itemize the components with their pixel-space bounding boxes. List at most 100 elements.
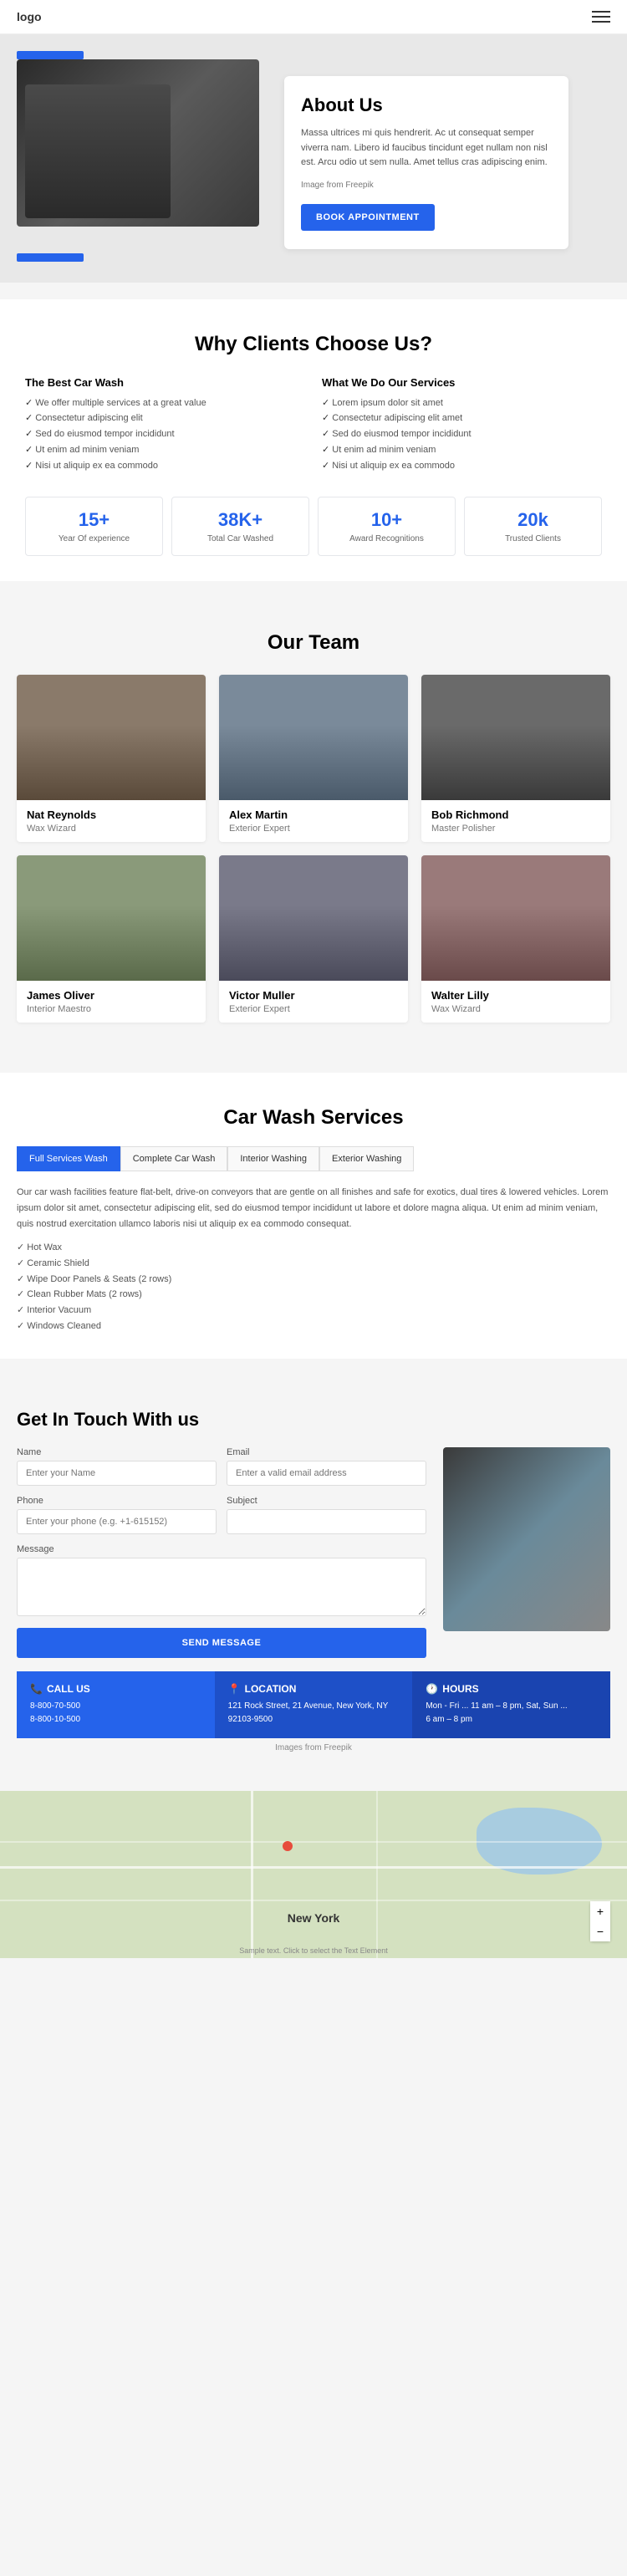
list-item: Ut enim ad minim veniam <box>25 442 305 458</box>
team-info-5: Walter Lilly Wax Wizard <box>421 981 610 1023</box>
team-card-0: Nat Reynolds Wax Wizard <box>17 675 206 842</box>
phone-icon: 📞 <box>30 1683 43 1695</box>
list-item: Windows Cleaned <box>17 1319 610 1334</box>
why-section: Why Clients Choose Us? The Best Car Wash… <box>0 299 627 581</box>
contact-layout: Name Email Phone Subject Me <box>17 1447 610 1658</box>
stat-label: Award Recognitions <box>325 534 448 543</box>
list-item: Wipe Door Panels & Seats (2 rows) <box>17 1272 610 1288</box>
location-line1: 121 Rock Street, 21 Avenue, New York, NY <box>228 1700 400 1713</box>
stat-number: 38K+ <box>179 509 302 531</box>
phone-group: Phone <box>17 1496 217 1534</box>
list-item: Sed do eiusmod tempor incididunt <box>322 426 602 442</box>
team-name: Alex Martin <box>229 809 398 821</box>
stat-label: Year Of experience <box>33 534 155 543</box>
message-textarea[interactable] <box>17 1558 426 1616</box>
map-new-york-label: New York <box>288 1911 340 1925</box>
list-item: Consectetur adipiscing elit amet <box>322 411 602 426</box>
map-road-v2 <box>376 1791 378 1958</box>
team-title: Our Team <box>17 631 610 655</box>
hamburger-menu[interactable] <box>592 11 610 23</box>
map-section[interactable]: New York + − Sample text. Click to selec… <box>0 1791 627 1958</box>
hours-line2: 6 am – 8 pm <box>426 1713 597 1727</box>
email-group: Email <box>227 1447 426 1486</box>
team-photo-4 <box>219 855 408 981</box>
name-input[interactable] <box>17 1461 217 1486</box>
book-appointment-button[interactable]: BOOK APPOINTMENT <box>301 204 435 231</box>
send-message-button[interactable]: SEND MESSAGE <box>17 1628 426 1658</box>
contact-image <box>443 1447 610 1631</box>
header: logo <box>0 0 627 34</box>
accent-bar-bottom <box>17 253 84 262</box>
hours-line1: Mon - Fri ... 11 am – 8 pm, Sat, Sun ... <box>426 1700 597 1713</box>
service-items-list: Hot Wax Ceramic Shield Wipe Door Panels … <box>17 1240 610 1334</box>
team-name: James Oliver <box>27 989 196 1002</box>
team-card-2: Bob Richmond Master Polisher <box>421 675 610 842</box>
email-label: Email <box>227 1447 426 1457</box>
list-item: Nisi ut aliquip ex ea commodo <box>322 458 602 474</box>
map-zoom-out[interactable]: − <box>590 1921 610 1941</box>
tab-exterior-washing[interactable]: Exterior Washing <box>319 1146 414 1171</box>
why-col2-title: What We Do Our Services <box>322 376 602 389</box>
info-box-hours: 🕐 HOURS Mon - Fri ... 11 am – 8 pm, Sat,… <box>412 1671 610 1738</box>
about-title: About Us <box>301 94 552 116</box>
why-col1-list: We offer multiple services at a great va… <box>25 395 305 473</box>
team-info-3: James Oliver Interior Maestro <box>17 981 206 1023</box>
team-role: Interior Maestro <box>27 1004 196 1014</box>
hours-title: 🕐 HOURS <box>426 1683 597 1695</box>
team-info-0: Nat Reynolds Wax Wizard <box>17 800 206 842</box>
team-name: Bob Richmond <box>431 809 600 821</box>
location-line2: 92103-9500 <box>228 1713 400 1727</box>
map-background: New York + − Sample text. Click to selec… <box>0 1791 627 1958</box>
team-section: Our Team Nat Reynolds Wax Wizard Alex Ma… <box>0 598 627 1056</box>
tab-full-services[interactable]: Full Services Wash <box>17 1146 120 1171</box>
stat-washed: 38K+ Total Car Washed <box>171 497 309 556</box>
info-box-location: 📍 LOCATION 121 Rock Street, 21 Avenue, N… <box>215 1671 413 1738</box>
subject-input[interactable] <box>227 1509 426 1534</box>
message-group: Message <box>17 1544 426 1616</box>
stats-row: 15+ Year Of experience 38K+ Total Car Wa… <box>25 497 602 556</box>
list-item: Nisi ut aliquip ex ea commodo <box>25 458 305 474</box>
stat-experience: 15+ Year Of experience <box>25 497 163 556</box>
email-input[interactable] <box>227 1461 426 1486</box>
team-name: Victor Muller <box>229 989 398 1002</box>
contact-section: Get In Touch With us Name Email Phone <box>0 1375 627 1791</box>
subject-label: Subject <box>227 1496 426 1506</box>
why-col-2: What We Do Our Services Lorem ipsum dolo… <box>322 376 602 473</box>
team-info-1: Alex Martin Exterior Expert <box>219 800 408 842</box>
logo: logo <box>17 10 42 23</box>
message-label: Message <box>17 1544 426 1554</box>
list-item: Hot Wax <box>17 1240 610 1256</box>
list-item: Consectetur adipiscing elit <box>25 411 305 426</box>
stat-number: 20k <box>472 509 594 531</box>
team-info-2: Bob Richmond Master Polisher <box>421 800 610 842</box>
stat-label: Total Car Washed <box>179 534 302 543</box>
clock-icon: 🕐 <box>426 1683 438 1695</box>
hero-image <box>17 59 259 227</box>
form-row-1: Name Email <box>17 1447 426 1486</box>
about-description: Massa ultrices mi quis hendrerit. Ac ut … <box>301 126 552 171</box>
map-attribution: Sample text. Click to select the Text El… <box>239 1946 387 1955</box>
hero-section: About Us Massa ultrices mi quis hendreri… <box>0 34 627 283</box>
team-name: Nat Reynolds <box>27 809 196 821</box>
list-item: We offer multiple services at a great va… <box>25 395 305 411</box>
tab-interior-washing[interactable]: Interior Washing <box>227 1146 319 1171</box>
map-zoom-controls[interactable]: + − <box>590 1901 610 1941</box>
info-box-call: 📞 CALL US 8-800-70-500 8-800-10-500 <box>17 1671 215 1738</box>
team-photo-0 <box>17 675 206 800</box>
team-photo-1 <box>219 675 408 800</box>
phone-input[interactable] <box>17 1509 217 1534</box>
stat-number: 10+ <box>325 509 448 531</box>
team-info-4: Victor Muller Exterior Expert <box>219 981 408 1023</box>
tab-complete-car-wash[interactable]: Complete Car Wash <box>120 1146 228 1171</box>
team-name: Walter Lilly <box>431 989 600 1002</box>
map-road-v <box>251 1791 253 1958</box>
stat-number: 15+ <box>33 509 155 531</box>
why-col-1: The Best Car Wash We offer multiple serv… <box>25 376 305 473</box>
form-row-2: Phone Subject <box>17 1496 426 1534</box>
map-pin <box>283 1841 293 1851</box>
team-photo-2 <box>421 675 610 800</box>
services-section: Car Wash Services Full Services Wash Com… <box>0 1073 627 1359</box>
team-role: Exterior Expert <box>229 1004 398 1014</box>
map-zoom-in[interactable]: + <box>590 1901 610 1921</box>
team-card-5: Walter Lilly Wax Wizard <box>421 855 610 1023</box>
